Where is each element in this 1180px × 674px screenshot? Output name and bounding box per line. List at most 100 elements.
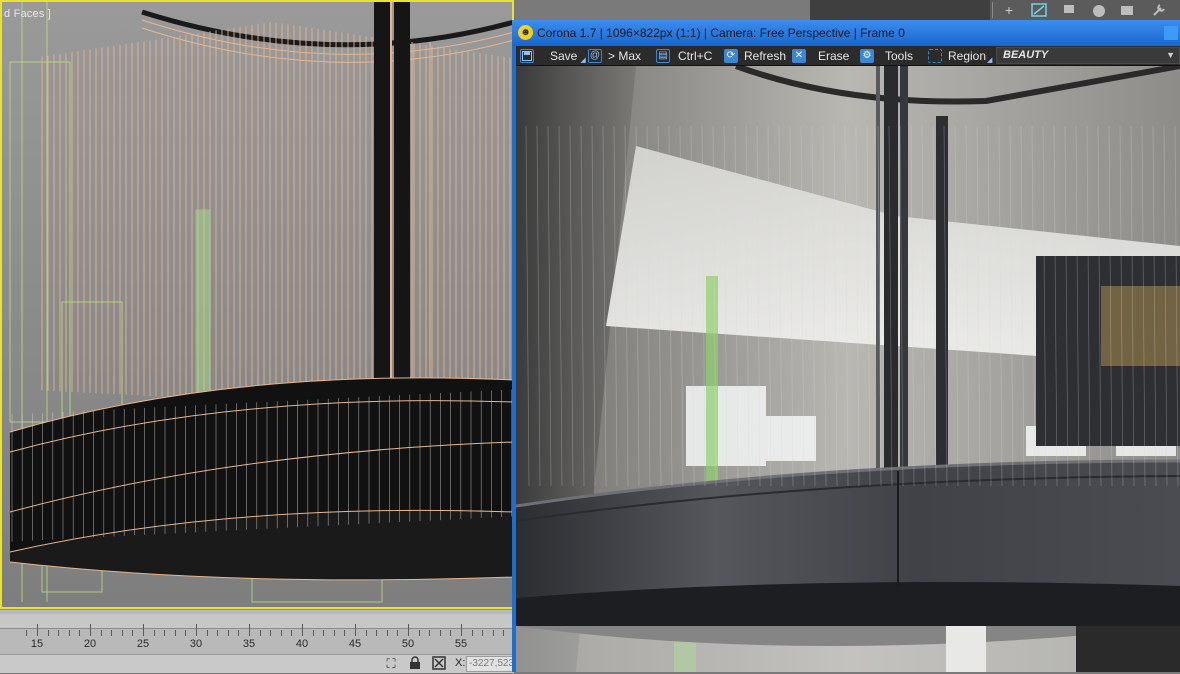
dropdown-arrow-icon: ◢: [580, 56, 586, 64]
ruler-tick: [68, 630, 70, 636]
ruler-tick: [386, 630, 388, 636]
ruler-tick: [461, 624, 462, 636]
chevron-down-icon: ▼: [1166, 50, 1175, 60]
viewport-label[interactable]: d Faces ]: [4, 8, 51, 20]
ruler-tick: [439, 630, 441, 636]
ruler-tick: [164, 630, 166, 636]
ruler-tick: [429, 630, 431, 636]
ruler-tick: [196, 624, 197, 636]
ruler-tick: [249, 624, 250, 636]
ruler-tick: [333, 630, 335, 636]
vfb-toolbar: Save ◢ @ > Max ▤ Ctrl+C ⟳ Refresh ✕ Eras…: [516, 46, 1180, 66]
x-coord-field[interactable]: -3227,523: [466, 656, 516, 672]
erase-icon: ✕: [792, 48, 806, 63]
ruler-number: 40: [295, 638, 309, 650]
ruler-tick: [397, 630, 399, 636]
render-image[interactable]: [516, 66, 1180, 672]
ruler-tick: [238, 630, 240, 636]
tools-button[interactable]: ⚙ Tools: [860, 46, 913, 65]
refresh-label: Refresh: [744, 48, 787, 63]
time-slider-track[interactable]: [0, 614, 514, 629]
ruler-tick: [492, 630, 494, 636]
ruler-number: 35: [242, 638, 256, 650]
toolbar-separator: [992, 2, 993, 18]
max-viewport[interactable]: d Faces ]: [0, 0, 514, 609]
ruler-tick: [471, 630, 473, 636]
gear-icon: ⚙: [860, 48, 874, 63]
corona-logo-icon: ☻: [518, 25, 533, 40]
region-label: Region: [948, 48, 987, 63]
toolbar-dark-area: [810, 0, 990, 20]
selection-icon[interactable]: ⛶: [383, 656, 399, 672]
ruler-tick: [26, 630, 28, 636]
ruler-tick: [206, 630, 208, 636]
status-bar: ⛶ X: -3227,523: [0, 654, 516, 673]
ruler-tick: [259, 630, 261, 636]
to-max-button[interactable]: @ > Max: [588, 46, 641, 65]
rendered-scene: [516, 66, 1180, 672]
ruler-tick: [482, 630, 484, 636]
vfb-title: Corona 1.7 | 1096×822px (1:1) | Camera: …: [537, 26, 905, 40]
ruler-tick: [90, 624, 91, 636]
erase-label: Erase: [818, 48, 850, 63]
ruler-tick: [121, 630, 123, 636]
save-button[interactable]: Save ◢: [520, 46, 586, 65]
ruler-number: 30: [189, 638, 203, 650]
vfb-titlebar[interactable]: ☻ Corona 1.7 | 1096×822px (1:1) | Camera…: [512, 20, 1180, 46]
ruler-number: 50: [401, 638, 415, 650]
ruler-tick: [450, 630, 452, 636]
absolute-mode-icon[interactable]: [431, 656, 447, 672]
ruler-tick: [503, 630, 505, 636]
curve-editor-icon[interactable]: [1030, 2, 1048, 18]
ruler-number: 15: [30, 638, 44, 650]
ruler-tick: [58, 630, 60, 636]
ruler-tick: [174, 630, 176, 636]
ruler-tick: [408, 624, 409, 636]
ruler-number: 55: [454, 638, 468, 650]
ruler-tick: [302, 624, 303, 636]
copy-icon: ▤: [656, 48, 670, 63]
max-icon: @: [588, 48, 602, 63]
ruler-tick: [217, 630, 219, 636]
corona-vfb-window: ☻ Corona 1.7 | 1096×822px (1:1) | Camera…: [512, 20, 1180, 672]
ruler-tick: [291, 630, 293, 636]
rectangle-icon[interactable]: [1118, 2, 1136, 18]
ruler-tick: [323, 630, 325, 636]
erase-button[interactable]: ✕ Erase: [792, 46, 849, 65]
copy-button[interactable]: ▤ Ctrl+C: [656, 46, 712, 65]
refresh-button[interactable]: ⟳ Refresh: [724, 46, 786, 65]
plus-icon[interactable]: +: [1000, 2, 1018, 18]
ruler-tick: [132, 630, 134, 636]
ruler-number: 20: [83, 638, 97, 650]
dropdown-arrow-icon: ◢: [987, 56, 993, 64]
close-icon[interactable]: [1164, 26, 1178, 40]
ruler-number: 45: [348, 638, 362, 650]
sphere-icon[interactable]: [1090, 2, 1108, 18]
ruler-tick: [270, 630, 272, 636]
max-label: > Max: [608, 48, 642, 63]
save-icon: [520, 48, 534, 63]
minus-icon[interactable]: [1060, 2, 1078, 18]
ruler-tick: [153, 630, 155, 636]
copy-label: Ctrl+C: [678, 48, 713, 63]
ruler-tick: [280, 630, 282, 636]
ruler-tick: [312, 630, 314, 636]
wireframe-scene: [9, 2, 512, 603]
ruler-number: 25: [136, 638, 150, 650]
ruler-tick: [37, 624, 38, 636]
ruler-tick: [111, 630, 113, 636]
ruler-tick: [143, 624, 144, 636]
max-command-toolbar: +: [810, 0, 1180, 20]
tools-label: Tools: [885, 48, 914, 63]
ruler-tick: [47, 630, 49, 636]
ruler-tick: [344, 630, 346, 636]
time-slider[interactable]: 15 20 25 30 35 40 45 50 55: [0, 609, 515, 655]
ruler-tick: [418, 630, 420, 636]
ruler-tick: [376, 630, 378, 636]
ruler-tick: [227, 630, 229, 636]
channel-select[interactable]: BEAUTY ▼: [996, 47, 1180, 64]
ruler-tick: [79, 630, 81, 636]
region-button[interactable]: Region ◢: [928, 46, 992, 65]
lock-icon[interactable]: [407, 656, 423, 672]
wrench-icon[interactable]: [1150, 2, 1168, 18]
